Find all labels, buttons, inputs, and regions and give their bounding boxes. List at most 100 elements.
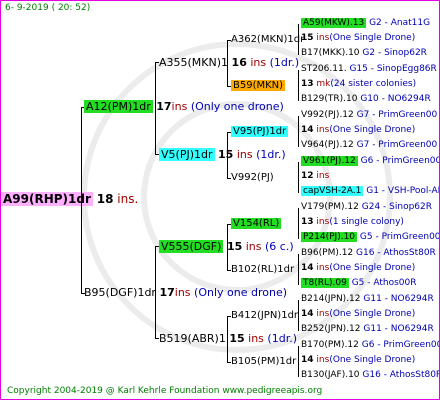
grandparent-name: A355(MKN)1 xyxy=(159,56,229,69)
grandparent-name: B519(ABR)1 xyxy=(159,332,226,345)
connector-line xyxy=(81,107,82,293)
connector-line xyxy=(227,224,228,270)
ancestor-name: V95(PJ)1dr xyxy=(231,126,289,137)
great-ancestor-node[interactable]: V179(PM).12 G24 - Sinop62R xyxy=(301,202,432,212)
great-ancestor-node[interactable]: B96(PM).12 G16 - AthosSt80R xyxy=(301,248,436,258)
grandparent-ins-count: 15 xyxy=(218,148,234,161)
great-ancestor-node[interactable]: B170(PM).12 G6 - PrimGreen00 xyxy=(301,340,440,350)
grandparent-name: V5(PJ)1dr xyxy=(159,148,215,161)
great-ancestor-node[interactable]: A59(MKW).13 G2 - Anat11G xyxy=(301,18,430,28)
ancestor-ins-count: 14 xyxy=(301,125,314,135)
great-ancestor-node[interactable]: B214(JPN).12 G11 - NO6294R xyxy=(301,294,434,304)
ancestor-ins-line: 14 ins(One Single Drone) xyxy=(301,309,415,319)
great-ancestor-ref: G6 - PrimGreen00 xyxy=(361,340,440,350)
great-ancestor-name: V964(PJ).12 xyxy=(301,140,354,150)
ancestor-name: B102(RL)1dr xyxy=(231,264,295,275)
great-ancestor-node[interactable]: T8(RL).09 G5 - Athos00R xyxy=(301,278,417,288)
great-ancestor-node[interactable]: V961(PJ).12 G6 - PrimGreen00 xyxy=(301,156,439,166)
ancestor-node[interactable]: V992(PJ) xyxy=(231,172,274,183)
ancestor-note: (One Single Drone) xyxy=(329,309,416,319)
connector-line xyxy=(298,346,299,377)
ancestor-ins-count: 14 xyxy=(301,309,314,319)
connector-line xyxy=(155,246,156,338)
great-ancestor-ref: G11 - NO6294R xyxy=(363,294,434,304)
parent-node-drone[interactable]: B95(DGF)1dr 17ins (Only one drone) xyxy=(84,286,287,299)
ancestor-note: (One Single Drone) xyxy=(329,33,416,43)
grandparent-ins-label: ins xyxy=(248,332,264,345)
great-ancestor-node[interactable]: B130(JAF).10 G16 - AthosSt80R xyxy=(301,370,440,380)
timestamp-header: 6- 9-2019 ( 20: 52) xyxy=(5,3,91,13)
parent-ins-count: 17 xyxy=(156,100,172,113)
grandparent-ins-label: ins xyxy=(245,240,262,253)
grandparent-node[interactable]: B519(ABR)1 15 ins (1dr.) xyxy=(159,332,297,345)
great-ancestor-name: B170(PM).12 xyxy=(301,340,359,350)
great-ancestor-ref: G11 - NO6294R xyxy=(363,324,434,334)
parent-node-queen[interactable]: A12(PM)1dr 17ins (Only one drone) xyxy=(84,100,284,113)
ancestor-node[interactable]: V154(RL) xyxy=(231,218,282,229)
ancestor-ins-label: ins xyxy=(316,171,330,181)
great-ancestor-ref: G2 - Sinop62R xyxy=(362,48,427,58)
great-ancestor-ref: G1 - VSH-Pool-AR xyxy=(366,186,440,196)
great-ancestor-name: A59(MKW).13 xyxy=(301,18,367,28)
grandparent-note: (1dr.) xyxy=(267,332,297,345)
ancestor-node[interactable]: B102(RL)1dr xyxy=(231,264,294,275)
ancestor-node[interactable]: A362(MKN)1dr xyxy=(231,34,304,45)
ancestor-node[interactable]: B59(MKN) xyxy=(231,80,286,91)
great-ancestor-node[interactable]: ST206.11. G15 - SinopEgg86R xyxy=(301,64,437,74)
ancestor-ins-count: 14 xyxy=(301,263,314,273)
root-ins-count: 18 xyxy=(96,192,114,206)
great-ancestor-node[interactable]: P214(PJ).10 G5 - PrimGreen00 xyxy=(301,232,439,242)
ancestor-ins-label: ins xyxy=(316,309,330,319)
parent-note: (Only one drone) xyxy=(190,100,284,113)
great-ancestor-name: B17(MKK).10 xyxy=(301,48,360,58)
great-ancestor-ref: G16 - AthosSt80R xyxy=(356,248,436,258)
parent-name: A12(PM)1dr xyxy=(84,100,153,113)
ancestor-node[interactable]: B105(PM)1dr xyxy=(231,356,296,367)
ancestor-ins-count: 13 xyxy=(301,79,314,89)
connector-line xyxy=(298,300,299,331)
ancestor-ins-line: 13 ins(1 single colony) xyxy=(301,217,404,227)
root-node[interactable]: A99(RHP)1dr 18 ins. xyxy=(1,192,138,206)
connector-line xyxy=(227,132,228,178)
connector-line xyxy=(155,62,156,154)
great-ancestor-name: T8(RL).09 xyxy=(301,278,349,288)
ancestor-name: A362(MKN)1dr xyxy=(231,34,305,45)
ancestor-ins-count: 13 xyxy=(301,217,314,227)
great-ancestor-node[interactable]: B129(TR).10 G10 - NO6294R xyxy=(301,94,431,104)
great-ancestor-name: B252(JPN).12 xyxy=(301,324,361,334)
ancestor-ins-count: 12 xyxy=(301,171,314,181)
grandparent-note: (6 c.) xyxy=(265,240,294,253)
pedigree-frame: 6- 9-2019 ( 20: 52) A99(RHP)1dr 18 ins. … xyxy=(0,0,440,400)
great-ancestor-name: B130(JAF).10 xyxy=(301,370,360,380)
great-ancestor-node[interactable]: capVSH-2A.1 G1 - VSH-Pool-AR xyxy=(301,186,440,196)
ancestor-ins-count: 14 xyxy=(301,355,314,365)
great-ancestor-node[interactable]: B252(JPN).12 G11 - NO6294R xyxy=(301,324,434,334)
connector-line xyxy=(227,40,228,86)
grandparent-node[interactable]: V5(PJ)1dr 15 ins (1dr.) xyxy=(159,148,286,161)
connector-line xyxy=(227,316,228,362)
connector-line xyxy=(298,208,299,239)
great-ancestor-ref: G10 - NO6294R xyxy=(360,94,431,104)
ancestor-node[interactable]: B412(JPN)1dr xyxy=(231,310,298,321)
great-ancestor-node[interactable]: B17(MKK).10 G2 - Sinop62R xyxy=(301,48,427,58)
grandparent-note: (1dr.) xyxy=(269,56,300,69)
ancestor-ins-line: 12 ins xyxy=(301,171,329,181)
connector-line xyxy=(298,254,299,285)
great-ancestor-node[interactable]: V992(PJ).12 G7 - PrimGreen00 xyxy=(301,110,437,120)
ancestor-name: B59(MKN) xyxy=(231,80,286,91)
great-ancestor-ref: G16 - AthosSt80R xyxy=(362,370,440,380)
ancestor-ins-line: 14 ins(One Single Drone) xyxy=(301,125,415,135)
ancestor-ins-line: 13 mk(24 sister colonies) xyxy=(301,79,416,89)
ancestor-node[interactable]: V95(PJ)1dr xyxy=(231,126,289,137)
grandparent-ins-label: ins xyxy=(236,148,253,161)
great-ancestor-ref: G15 - SinopEgg86R xyxy=(349,64,437,74)
grandparent-node[interactable]: A355(MKN)1 16 ins (1dr.) xyxy=(159,56,299,69)
great-ancestor-ref: G7 - PrimGreen00 xyxy=(356,140,438,150)
ancestor-ins-label: ins xyxy=(316,125,330,135)
ancestor-note: (One Single Drone) xyxy=(329,125,416,135)
ancestor-ins-count: 15 xyxy=(301,33,314,43)
great-ancestor-ref: G24 - Sinop62R xyxy=(361,202,432,212)
grandparent-ins-count: 15 xyxy=(229,332,245,345)
ancestor-note: (1 single colony) xyxy=(329,217,404,227)
great-ancestor-node[interactable]: V964(PJ).12 G7 - PrimGreen00 xyxy=(301,140,437,150)
